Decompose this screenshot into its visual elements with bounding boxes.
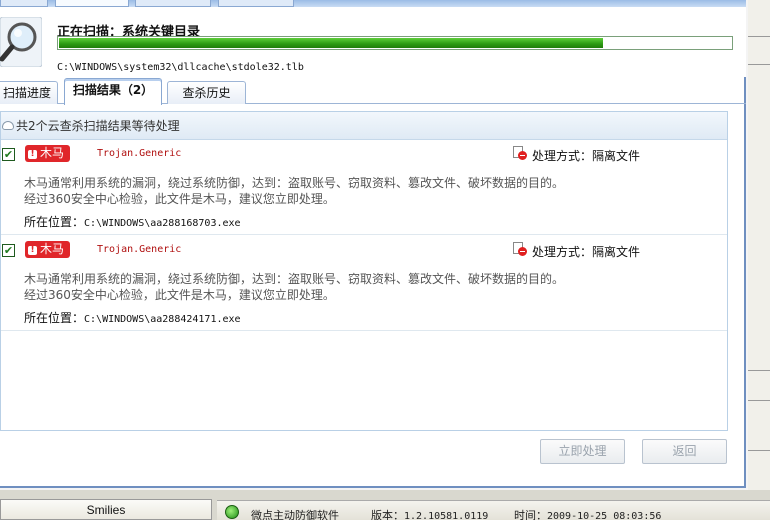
time-label: 时间：	[514, 509, 547, 520]
scan-progress-bar	[57, 36, 733, 50]
result-checkbox[interactable]: ✔	[2, 244, 15, 257]
quarantine-icon	[513, 146, 527, 160]
results-summary-bar: 共2个云查杀扫描结果等待处理	[1, 112, 727, 140]
threat-badge-label: 木马	[40, 242, 65, 256]
virus-name: Trojan.Generic	[97, 244, 182, 255]
result-item: ✔ ! 木马 Trojan.Generic 处理方式：隔离文件 木马通常利用系统的…	[1, 141, 727, 235]
action-selector[interactable]: 处理方式：隔离文件	[532, 243, 640, 260]
scan-header: 正在扫描：系统关键目录 C:\WINDOWS\system32\dllcache…	[0, 7, 746, 77]
result-checkbox[interactable]: ✔	[2, 148, 15, 161]
app-name: 微点主动防御软件	[251, 509, 339, 520]
divider	[748, 400, 770, 401]
shield-status-icon[interactable]	[225, 505, 239, 519]
file-location: 所在位置：C:\WINDOWS\aa288168703.exe	[24, 213, 241, 230]
divider	[748, 64, 770, 65]
magnifier-icon	[0, 17, 42, 67]
top-tab-strip	[0, 0, 746, 7]
description-line: 经过360安全中心检验，此文件是木马，建议您立即处理。	[24, 192, 335, 206]
warning-icon: !	[28, 246, 37, 255]
divider	[748, 450, 770, 451]
background-window-edge	[748, 0, 770, 520]
threat-description: 木马通常利用系统的漏洞，绕过系统防御，达到：盗取账号、窃取资料、篡改文件、破坏数…	[24, 175, 564, 207]
virus-name: Trojan.Generic	[97, 148, 182, 159]
warning-icon: !	[28, 150, 37, 159]
tab-scan-results[interactable]: 扫描结果（2）	[64, 78, 162, 105]
action-value[interactable]: 隔离文件	[592, 149, 640, 163]
action-value[interactable]: 隔离文件	[592, 245, 640, 259]
tab-scan-history[interactable]: 查杀历史	[167, 81, 246, 104]
scan-progress-fill	[59, 38, 603, 48]
action-label: 处理方式：	[532, 245, 593, 259]
file-location: 所在位置：C:\WINDOWS\aa288424171.exe	[24, 309, 241, 326]
description-line: 木马通常利用系统的漏洞，绕过系统防御，达到：盗取账号、窃取资料、篡改文件、破坏数…	[24, 176, 565, 190]
location-path: C:\WINDOWS\aa288168703.exe	[84, 218, 241, 229]
time-value: 2009-10-25 08:03:56	[547, 511, 662, 520]
top-tab-3[interactable]	[135, 0, 211, 7]
status-bar: 微点主动防御软件 版本：1.2.10581.0119 时间：2009-10-25…	[217, 500, 770, 520]
threat-badge: ! 木马	[25, 241, 70, 258]
location-path: C:\WINDOWS\aa288424171.exe	[84, 314, 241, 325]
result-tabs: 扫描进度 扫描结果（2） 查杀历史	[0, 78, 746, 105]
threat-badge-label: 木马	[40, 146, 65, 160]
top-tab-2[interactable]	[55, 0, 129, 7]
smilies-button[interactable]: Smilies	[0, 499, 212, 520]
location-label: 所在位置：	[24, 215, 85, 229]
divider	[748, 36, 770, 37]
version-info: 版本：1.2.10581.0119	[371, 507, 488, 520]
version-label: 版本：	[371, 509, 404, 520]
action-selector[interactable]: 处理方式：隔离文件	[532, 147, 640, 164]
scan-window: 正在扫描：系统关键目录 C:\WINDOWS\system32\dllcache…	[0, 0, 746, 488]
divider	[748, 370, 770, 371]
process-now-button[interactable]: 立即处理	[540, 439, 625, 464]
results-summary: 共2个云查杀扫描结果等待处理	[16, 119, 180, 133]
cloud-icon	[2, 121, 14, 130]
version-value: 1.2.10581.0119	[404, 511, 489, 520]
description-line: 经过360安全中心检验，此文件是木马，建议您立即处理。	[24, 288, 335, 302]
result-item: ✔ ! 木马 Trojan.Generic 处理方式：隔离文件 木马通常利用系统的…	[1, 237, 727, 331]
top-tab-1[interactable]	[0, 0, 48, 7]
back-button[interactable]: 返回	[642, 439, 727, 464]
description-line: 木马通常利用系统的漏洞，绕过系统防御，达到：盗取账号、窃取资料、篡改文件、破坏数…	[24, 272, 565, 286]
results-panel: 共2个云查杀扫描结果等待处理 ✔ ! 木马 Trojan.Generic 处理方式…	[0, 111, 728, 431]
location-label: 所在位置：	[24, 311, 85, 325]
threat-badge: ! 木马	[25, 145, 70, 162]
threat-description: 木马通常利用系统的漏洞，绕过系统防御，达到：盗取账号、窃取资料、篡改文件、破坏数…	[24, 271, 564, 303]
top-tab-4[interactable]	[218, 0, 294, 7]
quarantine-icon	[513, 242, 527, 256]
time-info: 时间：2009-10-25 08:03:56	[514, 507, 661, 520]
current-scan-path: C:\WINDOWS\system32\dllcache\stdole32.tl…	[57, 62, 304, 73]
action-label: 处理方式：	[532, 149, 593, 163]
tab-scan-progress[interactable]: 扫描进度	[0, 81, 58, 104]
